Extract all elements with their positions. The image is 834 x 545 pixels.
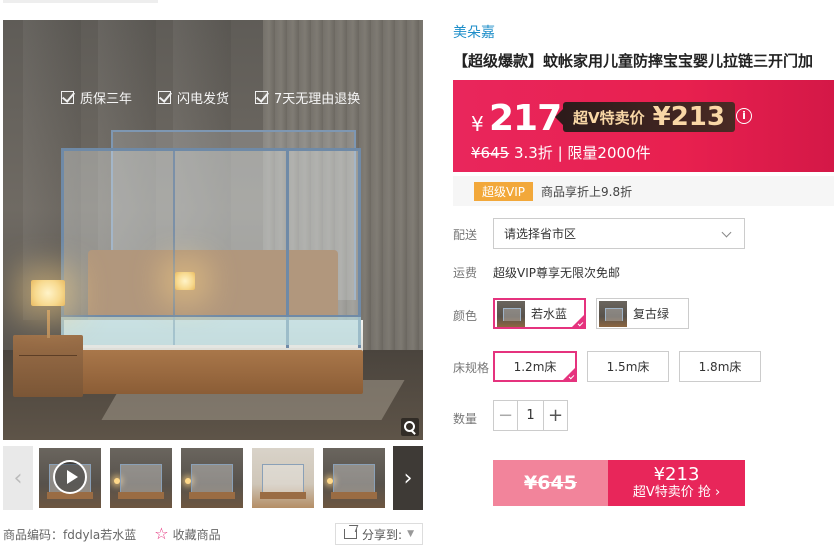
color-option-blue[interactable]: 若水蓝	[493, 298, 586, 329]
promise-shipping: 闪电发货	[158, 88, 229, 107]
size-option-1-5m[interactable]: 1.5m床	[587, 351, 669, 382]
vip-text: 商品享折上9.8折	[541, 184, 633, 199]
share-label: 分享到:	[362, 527, 403, 542]
checkbox-icon	[61, 91, 74, 104]
thumb-next-button[interactable]: ›	[393, 446, 423, 510]
shipping-text: 超级VIP尊享无限次免邮	[493, 266, 620, 280]
size-label: 床规格	[453, 361, 490, 375]
price-subline: ¥645 3.3折 | 限量2000件	[471, 142, 651, 163]
thumbnail-image[interactable]	[181, 448, 243, 508]
svip-price: ¥213	[652, 102, 725, 132]
quantity-input[interactable]: 1	[518, 401, 543, 430]
thumb-bed	[331, 492, 377, 499]
favorite-button[interactable]: ☆ 收藏商品	[154, 526, 220, 543]
vip-row: 超级VIP 商品享折上9.8折	[453, 176, 834, 206]
color-option-label: 若水蓝	[531, 307, 568, 321]
brand-link[interactable]: 美朵嘉	[453, 22, 495, 42]
color-swatch	[599, 300, 627, 327]
shipping-label: 运费	[453, 266, 478, 280]
color-label: 颜色	[453, 309, 478, 323]
region-select[interactable]: 请选择省市区	[493, 218, 745, 249]
caret-down-icon: ▼	[407, 529, 414, 539]
svip-price-tag: 超V特卖价 ¥213	[555, 102, 735, 132]
product-meta-row: 商品编码：fddyla若水蓝 ☆ 收藏商品 分享到: ▼	[3, 523, 423, 545]
decrement-button[interactable]: −	[494, 401, 518, 430]
thumb-net	[333, 464, 375, 494]
svip-buy-button[interactable]: ¥213 超V特卖价 抢 ›	[608, 460, 745, 506]
promise-text: 闪电发货	[177, 92, 230, 107]
thumb-net	[262, 464, 304, 494]
check-icon	[568, 373, 575, 380]
thumb-bed	[189, 492, 235, 499]
price-banner: ¥ 217 超V特卖价 ¥213 i ¥645 3.3折 | 限量2000件	[453, 80, 834, 172]
lamp-stem	[47, 310, 50, 338]
product-title: 【超级爆款】蚊帐家用儿童防摔宝宝婴儿拉链三开门加	[453, 52, 814, 70]
favorite-label: 收藏商品	[172, 527, 221, 542]
buy-price: ¥213	[653, 464, 700, 485]
sku-code: 商品编码：fddyla若水蓝	[3, 527, 137, 542]
discount-limit: 3.3折 | 限量2000件	[509, 144, 651, 162]
original-price: ¥645	[471, 144, 510, 162]
vip-badge: 超级VIP	[474, 181, 533, 201]
thumbnail-image[interactable]	[110, 448, 172, 508]
thumb-prev-button[interactable]: ‹	[3, 446, 33, 510]
zoom-icon[interactable]	[401, 418, 419, 436]
size-option-1-8m[interactable]: 1.8m床	[679, 351, 761, 382]
size-option-label: 1.2m床	[513, 360, 557, 374]
checkbox-icon	[158, 91, 172, 104]
promise-return: 7天无理由退换	[255, 88, 360, 107]
thumbnail-video[interactable]	[39, 448, 101, 508]
thumbnail-image[interactable]	[252, 448, 314, 508]
promise-text: 7天无理由退换	[274, 92, 361, 107]
delivery-label: 配送	[453, 228, 478, 242]
thumbnail-image[interactable]	[323, 448, 385, 508]
check-icon	[577, 320, 584, 327]
checkbox-icon	[255, 91, 269, 104]
size-option-label: 1.8m床	[698, 360, 742, 374]
bed-frame	[63, 350, 363, 394]
thumbnail-strip: ‹ ›	[3, 446, 423, 510]
share-icon	[344, 529, 358, 539]
top-edge-bar	[3, 0, 158, 3]
size-option-label: 1.5m床	[606, 360, 650, 374]
thumb-net	[120, 464, 162, 494]
currency-symbol: ¥	[471, 112, 484, 136]
chevron-down-icon	[721, 227, 732, 238]
info-icon[interactable]: i	[736, 108, 752, 124]
main-product-image[interactable]: 质保三年 闪电发货 7天无理由退换	[3, 20, 423, 440]
buy-label: 超V特卖价 抢 ›	[632, 485, 721, 500]
color-swatch	[497, 300, 525, 327]
size-option-1-2m[interactable]: 1.2m床	[493, 351, 577, 382]
nightstand	[13, 335, 83, 397]
buy-original-text: ¥645	[524, 472, 577, 494]
svip-label: 超V特卖价	[573, 108, 645, 127]
net-skirt	[61, 315, 361, 345]
buy-button[interactable]: ¥645 ¥213 超V特卖价 抢 ›	[493, 460, 745, 506]
increment-button[interactable]: +	[543, 401, 567, 430]
quantity-label: 数量	[453, 412, 478, 426]
color-option-green[interactable]: 复古绿	[596, 298, 689, 329]
promise-warranty: 质保三年	[61, 88, 132, 107]
service-promises: 质保三年 闪电发货 7天无理由退换	[3, 88, 423, 107]
promise-text: 质保三年	[80, 92, 133, 107]
play-icon[interactable]	[53, 460, 87, 494]
thumb-net	[191, 464, 233, 494]
buy-original-price[interactable]: ¥645	[493, 460, 608, 506]
current-price: 217	[489, 98, 562, 139]
star-icon: ☆	[154, 524, 169, 543]
region-placeholder: 请选择省市区	[504, 227, 577, 241]
color-option-label: 复古绿	[633, 307, 670, 321]
quantity-stepper: − 1 +	[493, 400, 568, 431]
thumb-bed	[260, 492, 306, 499]
lamp-icon	[175, 272, 195, 290]
thumb-bed	[118, 492, 164, 499]
lamp-icon	[31, 280, 65, 306]
